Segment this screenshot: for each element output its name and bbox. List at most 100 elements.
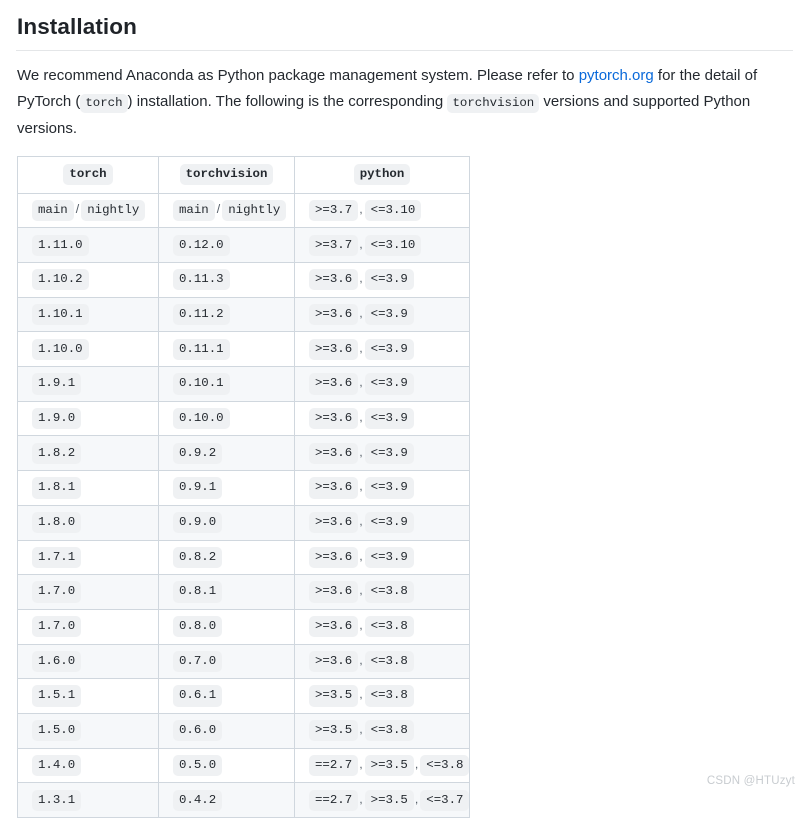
comma-separator: , <box>359 479 363 494</box>
table-row: 1.10.0 0.11.1 >=3.6, <=3.9 <box>17 331 470 368</box>
python-version-value: <=3.10 <box>364 199 422 222</box>
python-version-value: >=3.6 <box>309 269 359 291</box>
torch-version-value: 1.7.0 <box>32 616 82 638</box>
python-version-cell: >=3.6, <=3.8 <box>294 608 470 645</box>
torchvision-version-cell: 0.8.0 <box>158 608 295 645</box>
column-header-torch-label: torch <box>63 163 113 186</box>
torchvision-version-cell: 0.7.0 <box>158 643 295 680</box>
torchvision-version-cell: 0.9.1 <box>158 470 295 506</box>
python-version-value: <=3.9 <box>364 373 414 395</box>
torchvision-version-cell: 0.11.1 <box>158 331 295 368</box>
python-version-value: >=3.5 <box>364 754 414 777</box>
torch-version-cell: 1.3.1 <box>17 782 159 818</box>
python-version-cell: >=3.5, <=3.8 <box>294 678 470 714</box>
python-version-value: <=3.7 <box>420 789 470 811</box>
python-version-value: >=3.5 <box>309 685 359 707</box>
torchvision-version-value: 0.9.2 <box>173 442 223 464</box>
torch-version-cell: 1.7.0 <box>17 574 159 610</box>
torchvision-version-value: 0.6.1 <box>173 685 223 707</box>
python-version-value: >=3.7 <box>309 199 359 222</box>
torchvision-version-value: main <box>173 199 215 222</box>
torchvision-version-value: 0.11.1 <box>173 338 230 360</box>
table-row: 1.3.1 0.4.2 ==2.7, >=3.5, <=3.7 <box>17 782 470 818</box>
torchvision-version-value: nightly <box>222 199 287 222</box>
python-version-value: <=3.8 <box>364 581 414 603</box>
torchvision-version-cell: main / nightly <box>158 192 295 229</box>
torch-version-cell: 1.5.0 <box>17 712 159 749</box>
python-version-value: <=3.9 <box>364 442 414 464</box>
python-version-value: >=3.6 <box>309 616 359 638</box>
python-version-value: <=3.8 <box>364 616 414 638</box>
torchvision-version-value: 0.8.1 <box>173 581 223 603</box>
comma-separator: , <box>359 652 363 667</box>
torch-version-value: 1.9.0 <box>32 407 82 430</box>
torch-version-value: 1.11.0 <box>32 234 89 256</box>
python-version-value: >=3.6 <box>309 442 359 464</box>
python-version-value: >=3.6 <box>309 477 359 499</box>
torchvision-version-cell: 0.9.2 <box>158 435 295 472</box>
table-row: 1.7.0 0.8.0 >=3.6, <=3.8 <box>17 608 470 645</box>
torchvision-version-value: 0.8.0 <box>173 616 223 638</box>
torch-version-cell: 1.7.1 <box>17 539 159 576</box>
python-version-value: <=3.8 <box>364 650 414 673</box>
python-version-value: <=3.8 <box>420 754 470 777</box>
page-title: Installation <box>17 14 137 39</box>
pytorch-org-link[interactable]: pytorch.org <box>579 67 654 84</box>
torchvision-version-cell: 0.6.1 <box>158 678 295 714</box>
torch-version-value: 1.5.0 <box>32 720 82 742</box>
python-version-value: ==2.7 <box>309 789 359 811</box>
python-version-value: <=3.9 <box>364 303 414 326</box>
comma-separator: , <box>359 722 363 737</box>
table-row: 1.8.1 0.9.1 >=3.6, <=3.9 <box>17 470 470 506</box>
python-version-value: >=3.6 <box>309 512 359 534</box>
table-row: 1.7.0 0.8.1 >=3.6, <=3.8 <box>17 574 470 610</box>
table-row: 1.5.1 0.6.1 >=3.5, <=3.8 <box>17 678 470 714</box>
column-header-python: python <box>294 155 470 194</box>
torch-version-cell: 1.10.2 <box>17 262 159 298</box>
comma-separator: , <box>359 305 363 320</box>
table-row: 1.8.2 0.9.2 >=3.6, <=3.9 <box>17 435 470 472</box>
torch-version-value: 1.9.1 <box>32 373 82 395</box>
python-version-cell: >=3.6, <=3.9 <box>294 504 470 541</box>
torch-version-value: 1.3.1 <box>32 789 82 811</box>
table-row: 1.9.0 0.10.0 >=3.6, <=3.9 <box>17 400 470 437</box>
table-body: main / nightly main / nightly >=3.7, <=3.10 1.11… <box>17 192 470 818</box>
python-version-value: <=3.9 <box>364 338 414 360</box>
python-version-cell: >=3.6, <=3.8 <box>294 643 470 680</box>
python-version-value: >=3.6 <box>309 338 359 360</box>
python-version-value: >=3.6 <box>309 650 359 673</box>
torch-version-cell: 1.8.0 <box>17 504 159 541</box>
torch-version-value: 1.5.1 <box>32 685 82 707</box>
comma-separator: , <box>359 340 363 355</box>
torch-version-value: nightly <box>81 199 146 222</box>
torch-version-value: 1.10.0 <box>32 338 89 360</box>
python-version-cell: ==2.7, >=3.5, <=3.8 <box>294 747 470 784</box>
torchvision-version-value: 0.12.0 <box>173 234 230 256</box>
torchvision-version-cell: 0.11.3 <box>158 262 295 298</box>
python-version-value: >=3.6 <box>309 546 359 568</box>
comma-separator: , <box>359 583 363 598</box>
torch-version-value: 1.10.1 <box>32 303 89 326</box>
inline-code-torch: torch <box>80 93 128 113</box>
torch-version-value: 1.7.1 <box>32 546 82 568</box>
torch-version-value: 1.8.2 <box>32 442 82 464</box>
watermark: CSDN @HTUzyt <box>706 775 795 787</box>
column-header-torchvision-label: torchvision <box>179 163 274 186</box>
torch-version-value: 1.8.1 <box>32 477 82 499</box>
python-version-cell: >=3.7, <=3.10 <box>294 192 470 229</box>
torch-version-cell: 1.9.0 <box>17 400 159 437</box>
comma-separator: , <box>359 618 363 633</box>
comma-separator: , <box>359 687 363 702</box>
torch-version-value: main <box>32 199 74 222</box>
table-row: 1.7.1 0.8.2 >=3.6, <=3.9 <box>17 539 470 576</box>
intro-text-3: ) installation. The following is the cor… <box>127 92 448 110</box>
torchvision-version-value: 0.9.1 <box>173 477 223 499</box>
table-row: 1.6.0 0.7.0 >=3.6, <=3.8 <box>17 643 470 680</box>
intro-paragraph: We recommend Anaconda as Python package … <box>17 63 777 142</box>
intro-text-1: We recommend Anaconda as Python package … <box>17 67 579 85</box>
python-version-cell: ==2.7, >=3.5, <=3.7 <box>294 782 470 818</box>
torchvision-version-value: 0.10.0 <box>173 407 230 430</box>
version-compatibility-table: torch torchvision python main / nightly mai… <box>17 155 470 818</box>
torchvision-version-value: 0.11.3 <box>173 269 230 291</box>
title-divider <box>16 50 793 52</box>
